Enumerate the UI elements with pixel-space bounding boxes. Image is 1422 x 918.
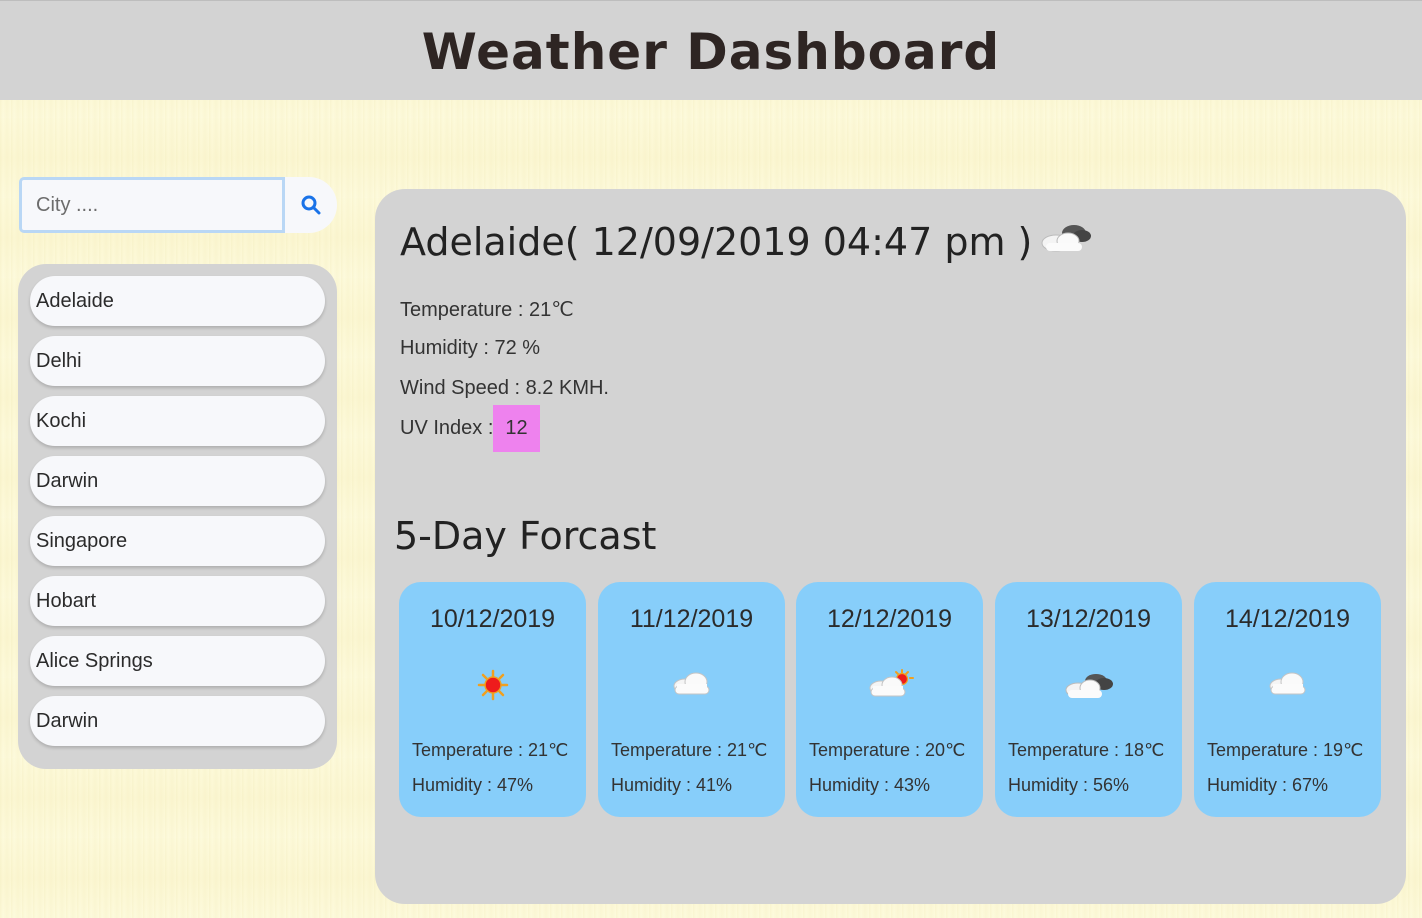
- current-temperature: Temperature : 21℃: [400, 299, 574, 321]
- forecast-card: 10/12/2019 Temperature : 21℃ Humidity : …: [399, 582, 586, 817]
- forecast-humidity: Humidity : 47%: [412, 775, 534, 795]
- city-item-darwin-2[interactable]: Darwin: [30, 696, 325, 746]
- forecast-date: 10/12/2019: [429, 605, 556, 633]
- scattered-clouds-icon: [1038, 219, 1094, 264]
- forecast-card: 11/12/2019 Temperature : 21℃ Humidity : …: [598, 582, 785, 817]
- forecast-date: 14/12/2019: [1224, 605, 1351, 633]
- city-item-adelaide[interactable]: Adelaide: [30, 276, 325, 326]
- city-item-alice-springs[interactable]: Alice Springs: [30, 636, 325, 686]
- current-weather-panel: Adelaide( 12/09/2019 04:47 pm ) Temperat…: [375, 189, 1406, 904]
- forecast-temperature: Temperature : 18℃: [1008, 740, 1165, 760]
- search-input[interactable]: [19, 177, 285, 233]
- current-city-heading: Adelaide( 12/09/2019 04:47 pm ): [400, 219, 1094, 264]
- forecast-temperature: Temperature : 21℃: [611, 740, 768, 760]
- forecast-temperature: Temperature : 21℃: [412, 740, 569, 760]
- forecast-temperature: Temperature : 19℃: [1207, 740, 1364, 760]
- search-icon: [301, 195, 321, 215]
- city-item-hobart[interactable]: Hobart: [30, 576, 325, 626]
- city-item-delhi[interactable]: Delhi: [30, 336, 325, 386]
- current-humidity: Humidity : 72 %: [400, 337, 541, 359]
- cloud-icon: [669, 668, 715, 703]
- current-wind-speed: Wind Speed : 8.2 KMH.: [400, 377, 609, 399]
- current-city-title: Adelaide( 12/09/2019 04:47 pm ): [400, 219, 1033, 264]
- page-header: Weather Dashboard: [0, 0, 1422, 100]
- forecast-heading: 5-Day Forcast: [394, 514, 657, 558]
- search-history-list: Adelaide Delhi Kochi Darwin Singapore Ho…: [18, 264, 337, 769]
- search-button[interactable]: [285, 177, 337, 233]
- city-item-singapore[interactable]: Singapore: [30, 516, 325, 566]
- forecast-date: 13/12/2019: [1025, 605, 1152, 633]
- partly-cloudy-icon: [866, 668, 914, 705]
- city-item-darwin[interactable]: Darwin: [30, 456, 325, 506]
- forecast-humidity: Humidity : 56%: [1008, 775, 1130, 795]
- search-bar: [19, 177, 337, 233]
- forecast-humidity: Humidity : 43%: [809, 775, 931, 795]
- scattered-clouds-icon: [1062, 668, 1116, 707]
- uv-index-label: UV Index :: [400, 417, 494, 439]
- uv-index-badge: 12: [493, 405, 540, 452]
- city-item-kochi[interactable]: Kochi: [30, 396, 325, 446]
- page-title: Weather Dashboard: [421, 23, 1001, 81]
- forecast-card: 14/12/2019 Temperature : 19℃ Humidity : …: [1194, 582, 1381, 817]
- forecast-card: 12/12/2019 Temperature : 20℃ Humidity : …: [796, 582, 983, 817]
- forecast-temperature: Temperature : 20℃: [809, 740, 966, 760]
- cloud-icon: [1265, 668, 1311, 703]
- forecast-humidity: Humidity : 67%: [1207, 775, 1329, 795]
- forecast-humidity: Humidity : 41%: [611, 775, 733, 795]
- forecast-card: 13/12/2019 Temperature : 18℃ Humidity : …: [995, 582, 1182, 817]
- forecast-date: 12/12/2019: [826, 605, 953, 633]
- forecast-date: 11/12/2019: [629, 605, 754, 633]
- sun-icon: [476, 668, 510, 707]
